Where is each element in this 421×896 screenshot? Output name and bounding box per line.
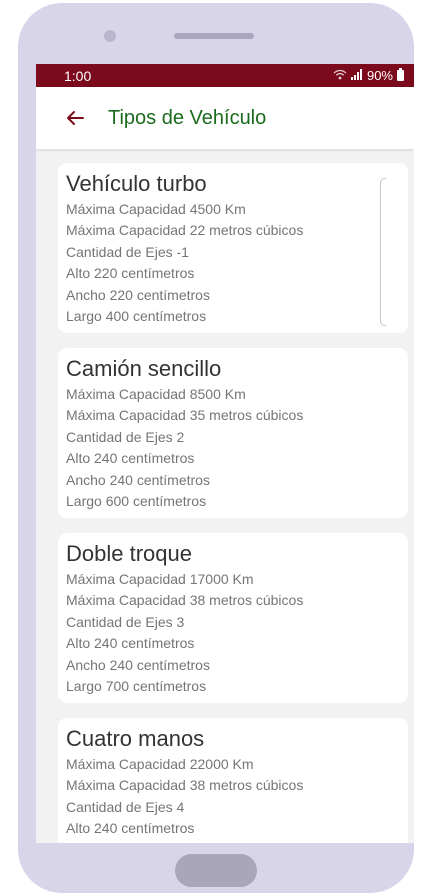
phone-frame: 1:00 90% Tipos de Vehículo Vehículo turb… [18,3,414,893]
vehicle-height: Alto 220 centímetros [66,265,195,282]
vehicle-axles: Cantidad de Ejes -1 [66,243,189,260]
vehicle-height: Alto 240 centímetros [66,820,195,837]
vehicle-name: Camión sencillo [66,356,222,381]
vehicle-capacity-km: Máxima Capacidad 8500 Km [66,386,246,402]
vehicle-name: Vehículo turbo [66,171,207,196]
vehicle-card[interactable]: Doble troque Máxima Capacidad 17000 Km M… [58,533,408,703]
vehicle-card[interactable]: Cuatro manos Máxima Capacidad 22000 Km M… [58,718,408,843]
back-button[interactable] [50,87,100,149]
camera-icon [104,30,116,42]
battery-level: 90% [366,68,393,83]
status-indicators: 90% [333,68,404,83]
vehicle-length: Largo 400 centímetros [66,308,207,325]
vehicle-width: Ancho 240 centímetros [66,656,210,673]
signal-icon [350,68,363,83]
vehicle-height: Alto 240 centímetros [66,450,195,467]
vehicle-width: Ancho 240 centímetros [66,471,210,488]
vehicle-capacity-volume: Máxima Capacidad 38 metros cúbicos [66,592,304,609]
vehicle-capacity-km: Máxima Capacidad 4500 Km [66,201,246,217]
arrow-left-icon [67,111,84,125]
vehicle-name: Doble troque [66,541,192,566]
screen: 1:00 90% Tipos de Vehículo Vehículo turb… [36,64,414,843]
vehicle-card[interactable]: Vehículo turbo Máxima Capacidad 4500 Km … [58,163,408,333]
wifi-icon [333,68,347,83]
vehicle-length: Largo 700 centímetros [66,678,207,695]
page-title: Tipos de Vehículo [108,106,267,129]
vehicle-capacity-volume: Máxima Capacidad 38 metros cúbicos [66,777,304,794]
vehicle-axles: Cantidad de Ejes 3 [66,613,185,630]
vehicle-length: Largo 600 centímetros [66,493,207,510]
scrollbar[interactable] [380,178,386,326]
home-button[interactable] [175,854,257,887]
vehicle-list[interactable]: Vehículo turbo Máxima Capacidad 4500 Km … [36,149,414,843]
app-bar: Tipos de Vehículo [36,87,414,149]
vehicle-capacity-km: Máxima Capacidad 22000 Km [66,756,254,772]
status-time: 1:00 [64,67,92,84]
vehicle-name: Cuatro manos [66,726,205,751]
speaker-grill [174,33,254,39]
vehicle-axles: Cantidad de Ejes 4 [66,798,185,815]
vehicle-capacity-volume: Máxima Capacidad 35 metros cúbicos [66,407,304,424]
status-bar: 1:00 90% [36,64,414,87]
vehicle-height: Alto 240 centímetros [66,635,195,652]
battery-icon [397,68,404,81]
vehicle-capacity-km: Máxima Capacidad 17000 Km [66,571,254,587]
vehicle-axles: Cantidad de Ejes 2 [66,428,185,445]
vehicle-card[interactable]: Camión sencillo Máxima Capacidad 8500 Km… [58,348,408,518]
vehicle-capacity-volume: Máxima Capacidad 22 metros cúbicos [66,222,304,239]
vehicle-width: Ancho 220 centímetros [66,286,210,303]
